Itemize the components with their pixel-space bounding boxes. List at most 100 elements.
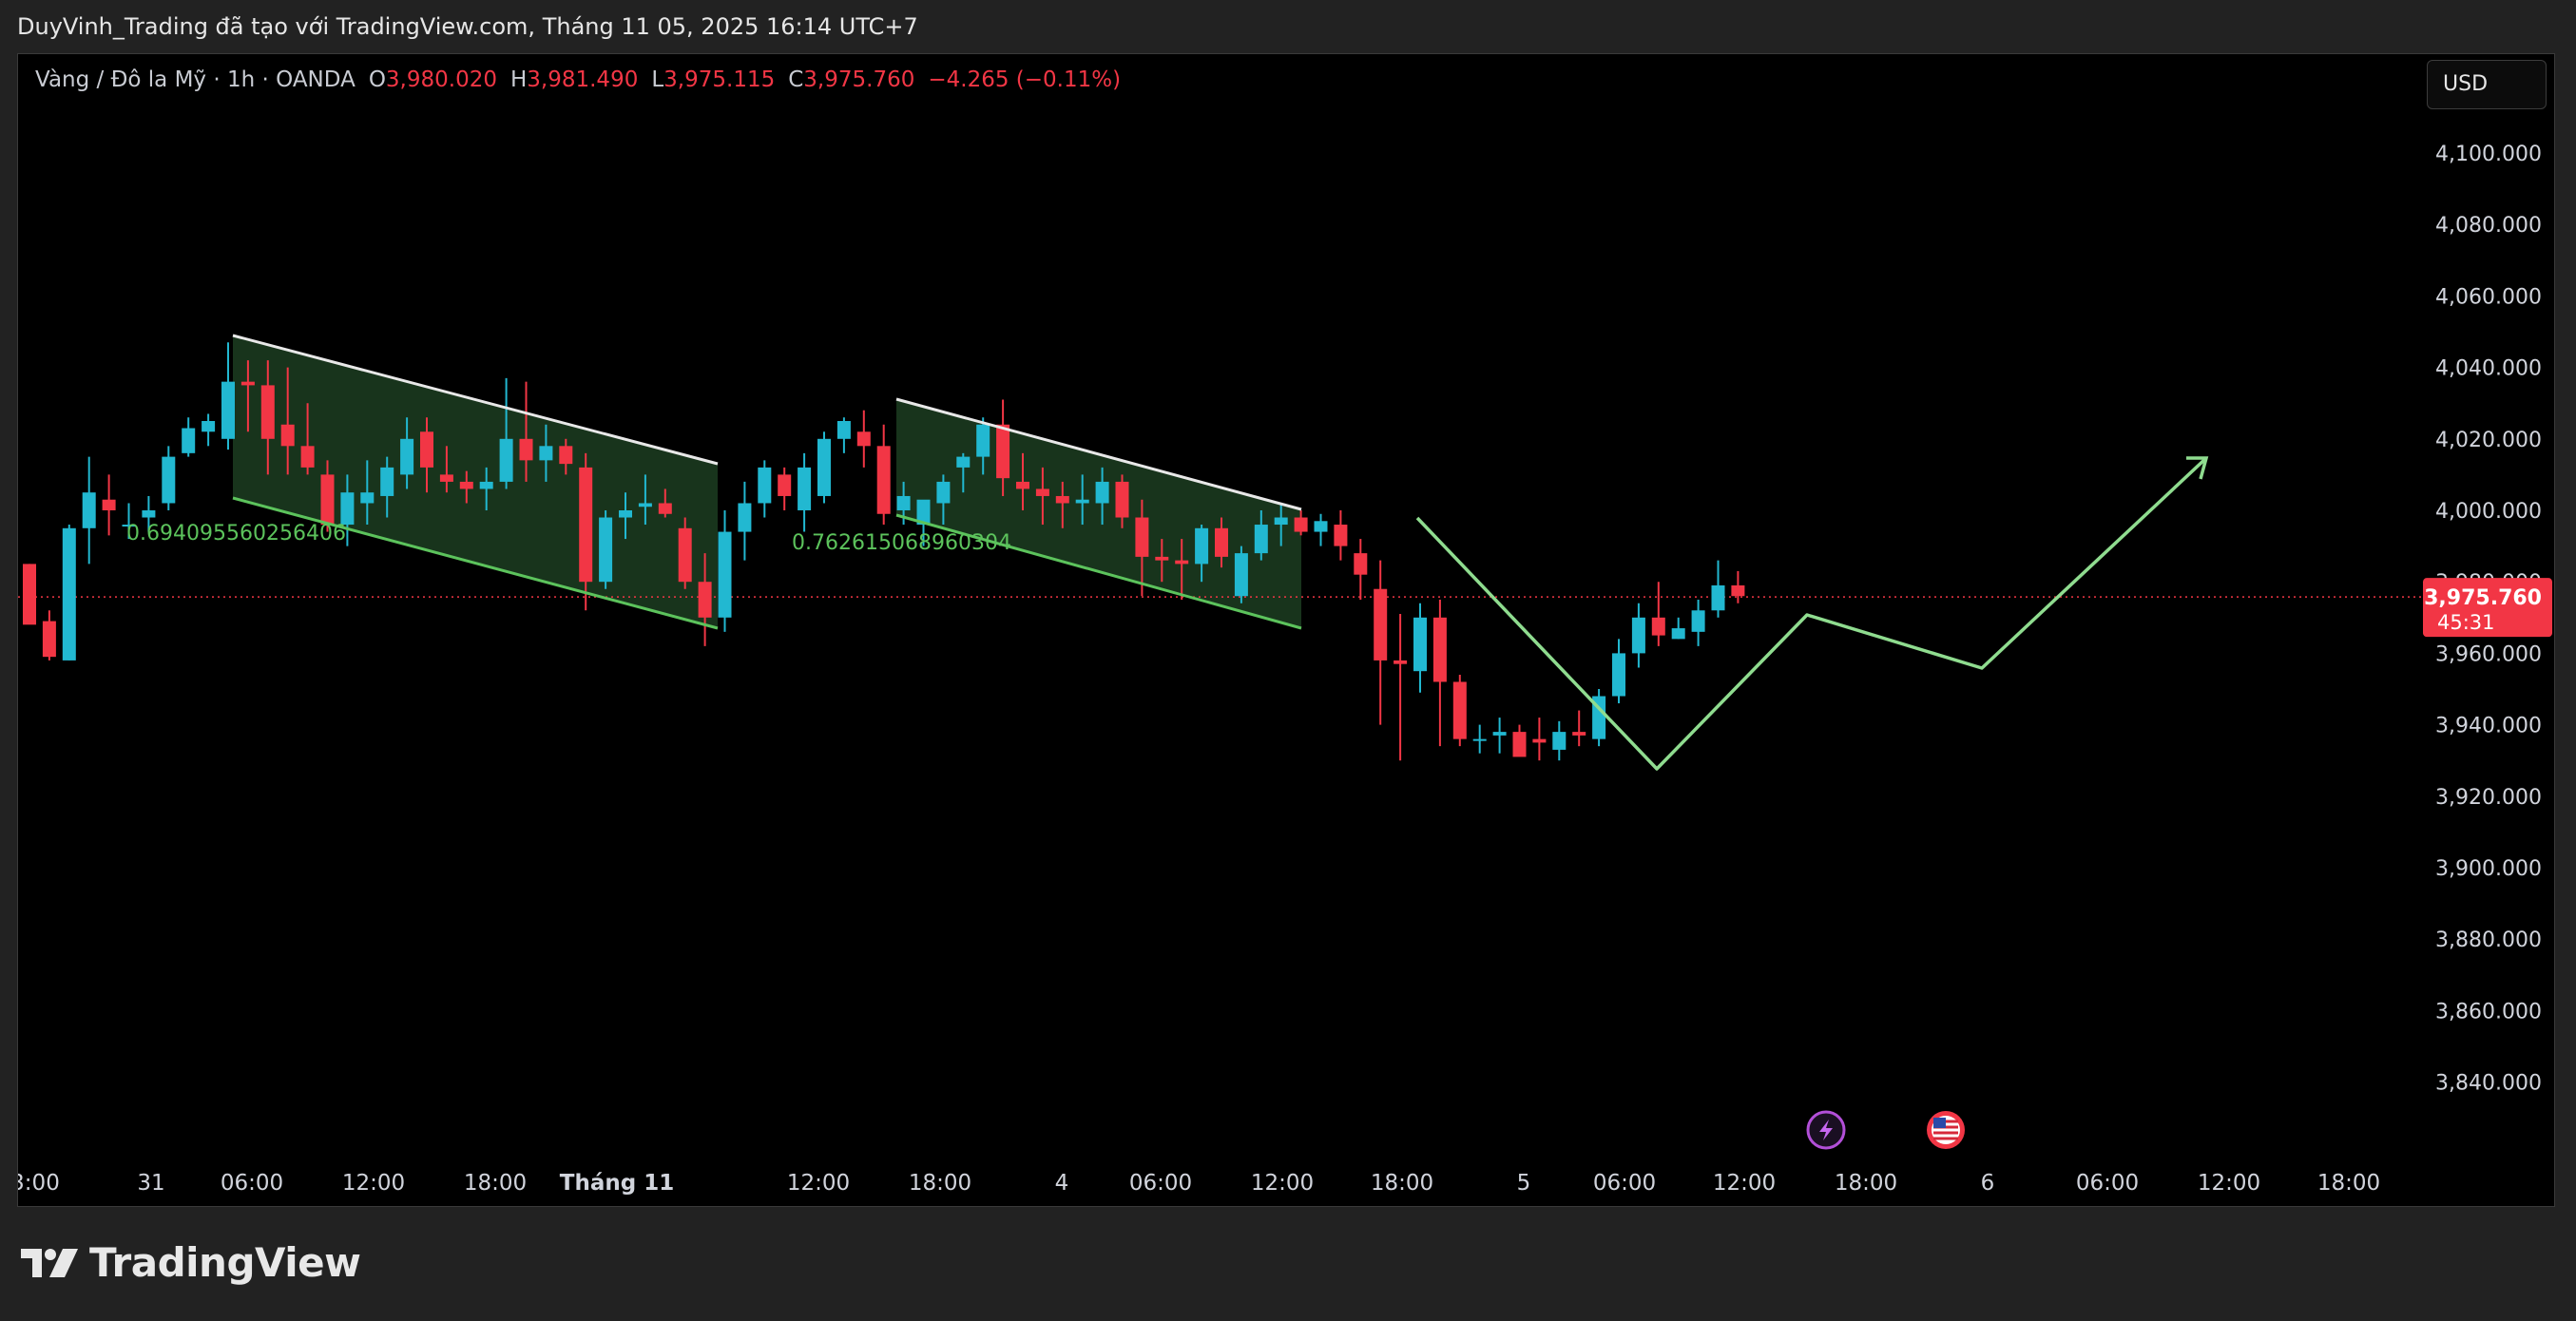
candle-body[interactable]	[1115, 481, 1129, 518]
time-axis-label: 5	[1517, 1171, 1531, 1196]
candle-body[interactable]	[1512, 732, 1527, 757]
candle-body[interactable]	[758, 467, 772, 504]
candle-body[interactable]	[1055, 495, 1069, 504]
candle-body[interactable]	[1294, 517, 1308, 532]
candle-body[interactable]	[1274, 517, 1288, 526]
candle-body[interactable]	[1731, 584, 1745, 597]
candle-body[interactable]	[1354, 553, 1368, 575]
candle-body[interactable]	[1651, 617, 1665, 636]
candle-body[interactable]	[380, 467, 394, 496]
candle-body[interactable]	[400, 438, 414, 475]
candle-body[interactable]	[162, 456, 176, 504]
candle-body[interactable]	[479, 481, 493, 489]
candle-body[interactable]	[778, 474, 792, 496]
candle-body[interactable]	[539, 446, 553, 461]
candle-body[interactable]	[579, 467, 593, 583]
candle-body[interactable]	[202, 421, 216, 432]
candle-body[interactable]	[420, 431, 433, 468]
time-axis-label: 06:00	[221, 1171, 283, 1196]
candle-body[interactable]	[142, 510, 156, 518]
candle-body[interactable]	[638, 503, 652, 507]
candle-body[interactable]	[718, 531, 732, 618]
candle-body[interactable]	[1314, 521, 1328, 532]
candle-body[interactable]	[82, 492, 96, 528]
candle-body[interactable]	[1432, 617, 1447, 682]
candle-body[interactable]	[23, 564, 36, 625]
candle-body[interactable]	[320, 474, 335, 526]
candle-body[interactable]	[896, 495, 911, 510]
candle-body[interactable]	[102, 499, 116, 510]
candle-body[interactable]	[698, 582, 712, 618]
candle-body[interactable]	[996, 424, 1010, 479]
candle-body[interactable]	[1552, 732, 1567, 750]
candle-body[interactable]	[1175, 560, 1189, 565]
candle-body[interactable]	[182, 428, 196, 453]
candle-body[interactable]	[936, 481, 951, 504]
candle-body[interactable]	[1711, 584, 1725, 611]
symbol-name: Vàng / Đô la Mỹ · 1h · OANDA	[35, 67, 356, 92]
attribution-text: DuyVinh_Trading đã tạo với TradingView.c…	[17, 13, 918, 40]
candle-body[interactable]	[1195, 527, 1209, 565]
candle-body[interactable]	[1334, 525, 1348, 546]
candle-body[interactable]	[1472, 738, 1487, 741]
time-axis-label: 12:00	[1251, 1171, 1314, 1196]
chart-canvas[interactable]: 0.694095560256406 0.762615068960304 4,100…	[18, 54, 2554, 1206]
candle-body[interactable]	[300, 446, 315, 468]
candle-body[interactable]	[876, 446, 891, 514]
candle-body[interactable]	[1631, 617, 1645, 654]
candle-body[interactable]	[678, 527, 692, 583]
candle-body[interactable]	[1452, 681, 1467, 739]
candle-body[interactable]	[42, 621, 56, 658]
projection-path[interactable]	[1415, 456, 2208, 771]
candle-body[interactable]	[1413, 617, 1427, 672]
candle-body[interactable]	[1075, 499, 1089, 504]
candle-body[interactable]	[976, 424, 990, 457]
candle-body[interactable]	[956, 456, 971, 468]
candle-body[interactable]	[499, 438, 513, 482]
candle-body[interactable]	[1374, 588, 1388, 660]
candle-body[interactable]	[1254, 525, 1268, 554]
candle-body[interactable]	[1215, 527, 1228, 557]
candle-body[interactable]	[62, 527, 76, 660]
candle-body[interactable]	[738, 503, 752, 532]
candle-body[interactable]	[1612, 653, 1625, 697]
candle-body[interactable]	[439, 474, 453, 482]
candle-body[interactable]	[240, 381, 255, 386]
candle-body[interactable]	[599, 517, 613, 583]
candle-body[interactable]	[459, 481, 473, 489]
tradingview-logo[interactable]: TradingView	[21, 1239, 361, 1286]
candle-body[interactable]	[1691, 610, 1705, 632]
candle-body[interactable]	[1671, 628, 1685, 640]
time-axis-label: 12:00	[2198, 1171, 2260, 1196]
candle-body[interactable]	[1135, 517, 1149, 557]
candle-body[interactable]	[1234, 553, 1248, 597]
candle-body[interactable]	[340, 492, 355, 526]
lightning-icon[interactable]	[1806, 1110, 1846, 1150]
candle-body[interactable]	[1095, 481, 1109, 504]
candle-body[interactable]	[260, 385, 275, 439]
candle-body[interactable]	[559, 446, 573, 465]
candle-body[interactable]	[836, 421, 851, 439]
candle-body[interactable]	[658, 503, 672, 514]
candle-body[interactable]	[817, 438, 831, 496]
candle-body[interactable]	[360, 492, 375, 504]
candle-body[interactable]	[519, 438, 533, 461]
candle-body[interactable]	[798, 467, 812, 510]
time-axis-label: 18:00	[1835, 1171, 1897, 1196]
candle-body[interactable]	[1572, 732, 1586, 736]
currency-button[interactable]: USD	[2427, 60, 2547, 109]
candle-body[interactable]	[1394, 660, 1408, 664]
candle-body[interactable]	[619, 510, 632, 518]
candle-body[interactable]	[1492, 732, 1507, 736]
candle-body[interactable]	[1035, 488, 1049, 496]
candle-body[interactable]	[221, 381, 235, 439]
candle-body[interactable]	[280, 424, 295, 447]
candle-body[interactable]	[856, 431, 871, 447]
candle-body[interactable]	[1532, 738, 1547, 743]
us-flag-icon[interactable]	[1927, 1111, 1965, 1149]
candle-body[interactable]	[1155, 556, 1169, 561]
time-axis-label: 31	[137, 1171, 164, 1196]
chart-pane[interactable]: 0.694095560256406 0.762615068960304 4,100…	[17, 53, 2555, 1207]
candle-body[interactable]	[1016, 481, 1029, 489]
open-value: 3,980.020	[385, 67, 497, 92]
